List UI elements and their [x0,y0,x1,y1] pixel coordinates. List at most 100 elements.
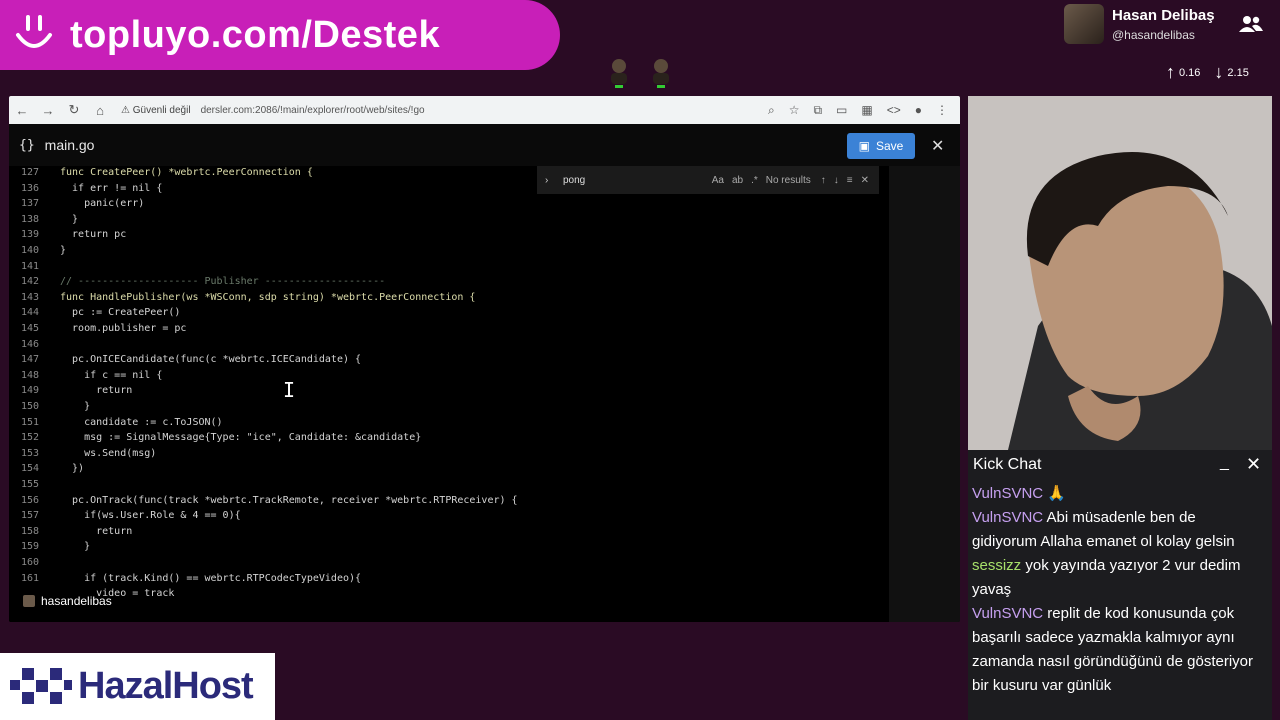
code-line[interactable]: 156 pc.OnTrack(func(track *webrtc.TrackR… [9,495,518,509]
line-number: 160 [20,557,39,568]
code-line[interactable]: 145 room.publisher = pc [9,323,187,337]
code-line[interactable]: 141 [9,261,60,275]
home-icon[interactable]: ⌂ [87,103,113,118]
browser-window: ← → ↻ ⌂ ⚠ Güvenli değil dersler.com:2086… [9,96,960,622]
chevron-right-icon[interactable]: › [545,175,548,186]
regex-icon[interactable]: .* [751,175,758,186]
webcam-feed [968,96,1272,450]
code-text: } [60,401,91,412]
code-line[interactable]: 149 return [9,385,132,399]
code-line[interactable]: 157 if(ws.User.Role & 4 == 0){ [9,510,241,524]
chat-username[interactable]: VulnSVNC [972,509,1043,526]
extensions-icon[interactable]: ⧉ [813,103,822,118]
line-number: 147 [20,354,39,366]
code-text: pc.OnICECandidate(func(c *webrtc.ICECand… [60,354,362,366]
code-line[interactable]: 150 } [9,401,90,415]
user-avatar-icon [23,595,35,607]
save-label: Save [875,139,904,153]
code-line[interactable]: 153 ws.Send(msg) [9,448,156,462]
code-text: candidate := c.ToJSON() [60,416,223,428]
code-line[interactable]: 146 [9,339,60,353]
code-line[interactable]: 152 msg := SignalMessage{Type: "ice", Ca… [9,432,421,446]
minimap[interactable] [889,166,960,622]
sidebar-icon[interactable]: ▭ [836,103,847,118]
arrow-down-icon[interactable]: ↓ [834,175,839,186]
code-line[interactable]: 144 pc := CreatePeer() [9,307,180,321]
star-icon[interactable]: ☆ [789,103,800,118]
code-line[interactable]: 155 [9,479,60,493]
find-results: No results [765,174,811,186]
upload-value: 0.16 [1179,66,1201,79]
avatar [1064,4,1104,44]
code-line[interactable]: 138 } [9,214,78,228]
line-number: 157 [20,510,39,522]
line-number: 140 [20,245,39,256]
network-stats: ↑ 0.16 ↓ 2.15 [1166,62,1249,83]
code-line[interactable]: 158 return [9,526,132,540]
reload-icon[interactable]: ↻ [61,102,87,118]
line-number: 136 [20,182,39,194]
profile-icon[interactable]: ● [915,103,922,118]
code-line[interactable]: 140} [9,245,66,259]
code-line[interactable]: 137 panic(err) [9,198,144,212]
chat-username[interactable]: VulnSVNC [972,605,1043,622]
line-number: 161 [20,572,39,584]
chat-message: VulnSVNC 🙏 [972,482,1258,506]
selection-icon[interactable]: ≡ [847,175,853,186]
close-find-icon[interactable]: ✕ [861,175,869,186]
code-text: } [60,213,79,225]
code-line[interactable]: 154 }) [9,463,84,477]
user-tag-name: hasandelibas [41,594,112,608]
user-tag: hasandelibas [23,594,112,608]
line-number: 146 [20,338,39,350]
line-number: 150 [20,401,39,412]
arrow-up-icon: ↑ [1166,62,1175,82]
people-icon[interactable] [1238,14,1264,34]
banner-text: topluyo.com/Destek [70,13,441,56]
chat-username[interactable]: sessizz [972,557,1021,574]
code-line[interactable]: 161 if (track.Kind() == webrtc.RTPCodecT… [9,573,361,587]
line-number: 148 [20,369,39,381]
security-warning[interactable]: ⚠ Güvenli değil [121,105,191,116]
code-line[interactable]: 148 if c == nil { [9,370,162,384]
match-case-icon[interactable]: Aa [712,175,724,186]
forward-icon[interactable]: → [35,103,61,118]
code-line[interactable]: 143 func HandlePublisher(ws *WSConn, sdp … [9,292,475,306]
code-line[interactable]: 159 } [9,541,90,555]
save-button[interactable]: ▣ Save [847,133,915,159]
code-editor[interactable]: 127 func CreatePeer() *webrtc.PeerConnect… [9,166,889,622]
menu-icon[interactable]: ⋮ [936,103,948,118]
devtools-icon[interactable]: <> [887,103,901,118]
code-line[interactable]: 127 func CreatePeer() *webrtc.PeerConnect… [9,167,313,181]
zoom-icon[interactable]: ⌕ [768,103,775,118]
code-line[interactable]: 136 if err != nil { [9,183,162,197]
whole-word-icon[interactable]: ab [732,175,743,186]
close-icon[interactable]: ✕ [1246,454,1261,475]
code-text: if (track.Kind() == webrtc.RTPCodecTypeV… [60,572,362,584]
address-bar[interactable]: dersler.com:2086/!main/explorer/root/web… [201,105,425,116]
code-line[interactable]: 151 candidate := c.ToJSON() [9,417,223,431]
minimize-icon[interactable]: _ [1220,454,1229,472]
chat-message: VulnSVNC replit de kod konusunda çok baş… [972,602,1258,698]
back-icon[interactable]: ← [9,103,35,118]
editor-header: {} main.go ▣ Save ✕ [9,124,960,166]
chat-text: 🙏 [1043,485,1066,502]
find-widget: › pong Aa ab .* No results ↑ ↓ ≡ ✕ [537,166,879,194]
code-text: } [60,245,67,256]
file-name: main.go [44,137,95,153]
close-icon[interactable]: ✕ [931,136,944,156]
viewer-avatars [606,56,674,88]
arrow-up-icon[interactable]: ↑ [821,175,826,186]
code-line[interactable]: 139 return pc [9,229,126,243]
line-number: 154 [20,463,39,475]
chat-title: Kick Chat [973,456,1042,473]
code-line[interactable]: 147 pc.OnICECandidate(func(c *webrtc.ICE… [9,354,361,368]
code-text: return [60,525,133,537]
apps-icon[interactable]: ▦ [861,103,872,118]
line-number: 152 [20,432,39,444]
chat-username[interactable]: VulnSVNC [972,485,1043,502]
code-line[interactable]: 160 [9,557,60,571]
find-input[interactable]: pong [563,175,585,186]
code-line[interactable]: 142 // -------------------- Publisher ---… [9,276,385,290]
chat-panel: Kick Chat _ ✕ VulnSVNC 🙏 VulnSVNC Abi müs… [968,450,1272,720]
